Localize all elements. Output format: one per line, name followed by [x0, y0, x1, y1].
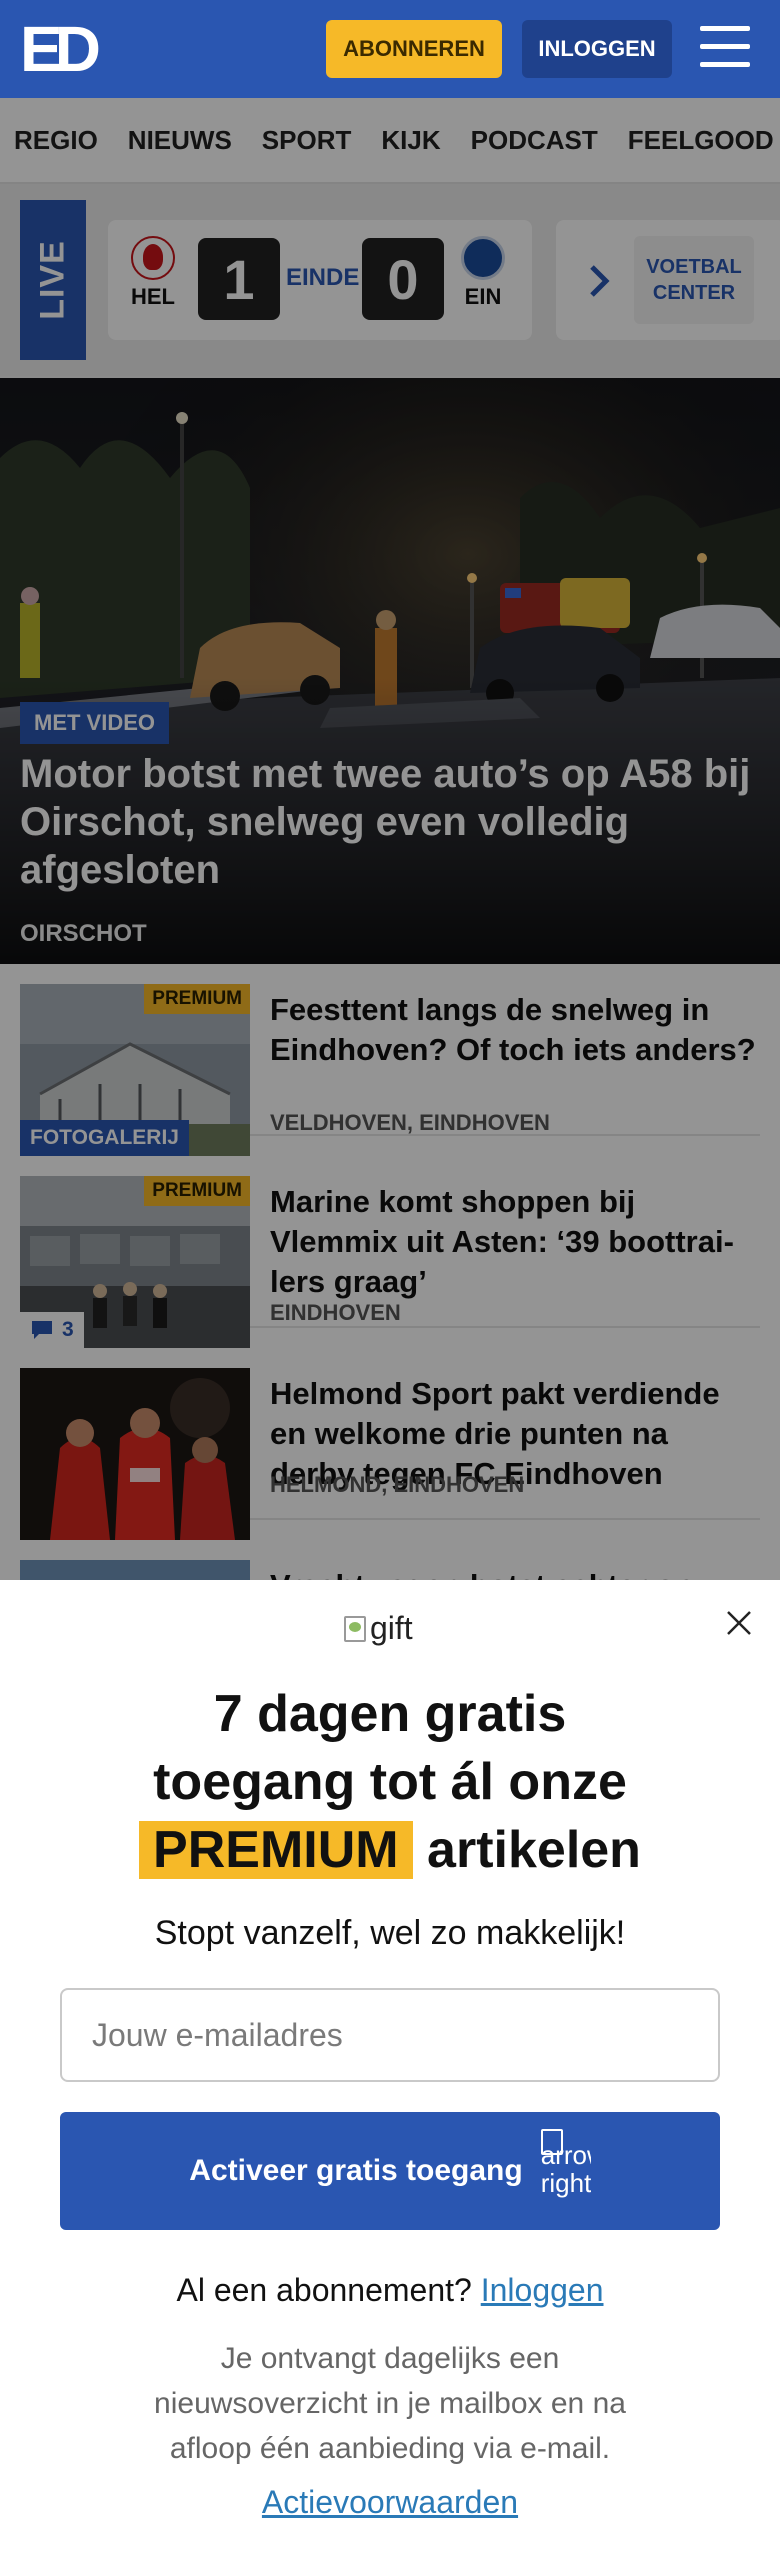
gift-icon: gift: [344, 1610, 413, 1647]
heading-line-3: PREMIUM artikelen: [40, 1816, 740, 1884]
premium-highlight: PREMIUM: [139, 1821, 413, 1879]
activate-free-access-button[interactable]: Activeer gratis toegang arrow-right: [60, 2112, 720, 2230]
heading-line-2: toegang tot ál onze: [153, 1753, 627, 1811]
heading-line-1: 7 dagen gratis: [213, 1685, 567, 1743]
modal-heading: 7 dagen gratis toegang tot ál onze PREMI…: [40, 1680, 740, 1884]
close-icon[interactable]: [724, 1608, 754, 1638]
arrow-alt-text: arrow-right: [540, 2140, 591, 2198]
login-link[interactable]: Inloggen: [481, 2272, 604, 2308]
email-input[interactable]: [60, 1988, 720, 2082]
hamburger-menu-icon[interactable]: [700, 26, 752, 72]
login-prompt-text: Al een abonnement?: [176, 2272, 481, 2308]
cta-label: Activeer gratis toegang: [189, 2154, 523, 2187]
logo-text: ED: [20, 13, 101, 85]
subscribe-button[interactable]: ABONNEREN: [326, 20, 502, 78]
site-logo[interactable]: ED: [20, 13, 101, 85]
broken-image-icon: [344, 1615, 366, 1642]
modal-backdrop[interactable]: [0, 98, 780, 1580]
site-header: ED ABONNEREN INLOGGEN: [0, 0, 780, 98]
newsletter-disclaimer: Je ontvangt dagelijks een nieuwsoverzich…: [154, 2342, 626, 2465]
gift-alt-text: gift: [370, 1610, 413, 1646]
modal-subheading: Stopt vanzelf, wel zo makkelijk!: [154, 1914, 626, 1952]
login-button[interactable]: INLOGGEN: [522, 20, 672, 78]
premium-trial-modal: gift 7 dagen gratis toegang tot ál onze …: [0, 1580, 780, 2560]
login-prompt: Al een abonnement? Inloggen: [40, 2272, 740, 2309]
heading-tail: artikelen: [412, 1821, 641, 1879]
arrow-right-icon: arrow-right: [540, 2123, 591, 2219]
terms-link[interactable]: Actievoorwaarden: [40, 2484, 740, 2521]
